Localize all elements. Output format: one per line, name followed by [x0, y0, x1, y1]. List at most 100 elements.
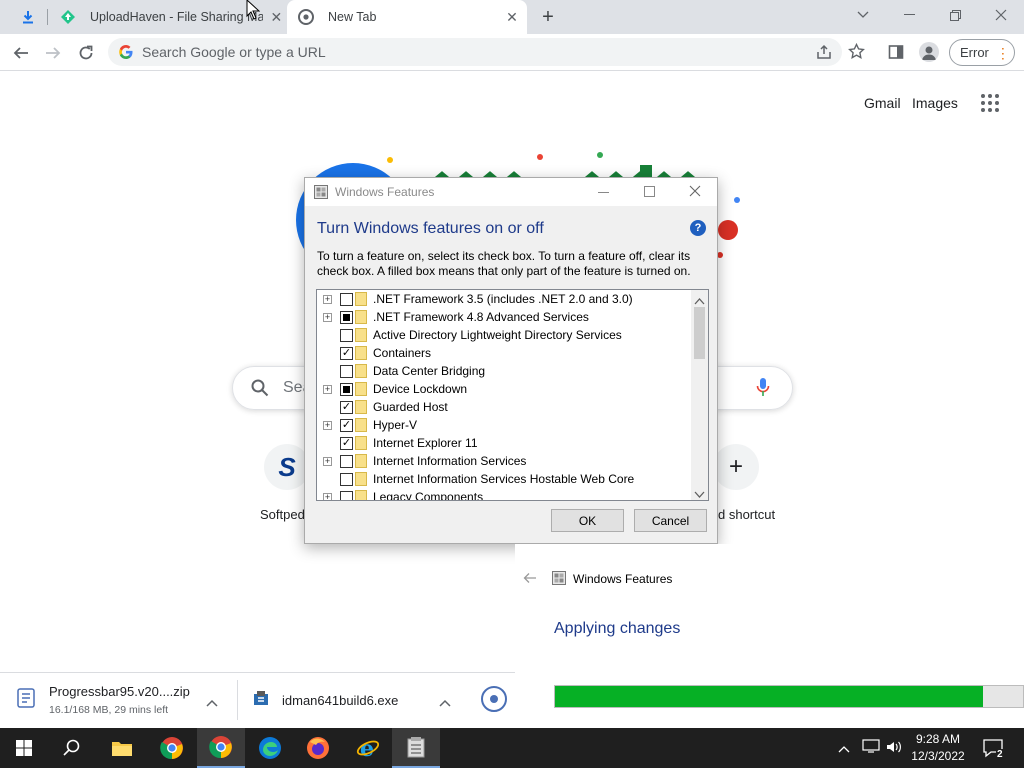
softpedia-logo-icon: S [278, 451, 296, 482]
expand-plus-icon[interactable]: + [323, 420, 332, 430]
downloads-icon[interactable] [14, 7, 42, 27]
clock-date[interactable]: 12/3/2022 [908, 749, 968, 763]
close-window-icon[interactable] [978, 0, 1024, 30]
applying-changes-window: Windows Features Applying changes [515, 544, 1024, 728]
feature-label: Containers [373, 346, 432, 360]
scroll-up-arrow-icon[interactable] [694, 293, 705, 308]
edge-icon[interactable] [246, 728, 294, 768]
start-windows-icon[interactable] [0, 728, 48, 768]
progress-bar [554, 685, 1024, 708]
back-arrow-icon[interactable] [8, 40, 34, 66]
feature-checkbox[interactable] [340, 382, 353, 396]
forward-arrow-icon[interactable] [40, 40, 66, 66]
feature-checkbox[interactable] [340, 310, 353, 324]
expand-plus-icon[interactable]: + [323, 492, 332, 500]
folder-icon [355, 436, 367, 450]
feature-label: Hyper-V [373, 418, 418, 432]
error-button[interactable]: Error ⋮ [949, 39, 1015, 66]
omnibox-placeholder: Search Google or type a URL [142, 44, 326, 60]
close-tab-icon[interactable]: ✕ [504, 9, 520, 26]
disc-image-file-icon[interactable] [481, 686, 507, 712]
google-apps-icon[interactable] [981, 94, 999, 115]
back-arrow-icon[interactable] [523, 572, 537, 587]
restore-icon[interactable] [932, 0, 978, 30]
vertical-scrollbar[interactable] [691, 290, 708, 500]
feature-checkbox[interactable] [340, 364, 353, 378]
side-panel-icon[interactable] [888, 44, 904, 63]
bookmark-star-icon[interactable] [848, 42, 865, 63]
scrollbar-thumb[interactable] [694, 307, 705, 359]
exe-file-icon [252, 690, 270, 711]
feature-checkbox[interactable]: ✓ [340, 346, 353, 360]
taskbar-search-icon[interactable] [48, 728, 96, 768]
show-hidden-icons-chevron[interactable] [838, 741, 850, 756]
voice-search-icon[interactable] [756, 377, 770, 400]
feature-checkbox[interactable]: ✓ [340, 418, 353, 432]
feature-row[interactable]: + ✓ Hyper-V [317, 416, 691, 434]
feature-checkbox[interactable] [340, 490, 353, 500]
folder-icon [355, 346, 367, 360]
feature-row[interactable]: ✓ Internet Explorer 11 [317, 434, 691, 452]
folder-icon [355, 400, 367, 414]
clock-time[interactable]: 9:28 AM [908, 732, 968, 746]
feature-row[interactable]: Internet Information Services Hostable W… [317, 470, 691, 488]
feature-row[interactable]: + Internet Information Services [317, 452, 691, 470]
download-item[interactable]: Progressbar95.v20....zip 16.1/168 MB, 29… [8, 676, 234, 724]
firefox-icon[interactable] [294, 728, 342, 768]
feature-checkbox[interactable] [340, 472, 353, 486]
feature-row[interactable]: ✓ Containers [317, 344, 691, 362]
feature-checkbox[interactable] [340, 292, 353, 306]
share-icon[interactable] [816, 44, 832, 63]
tab-title: UploadHaven - File Sharing Ma [90, 10, 263, 24]
chevron-up-icon[interactable] [206, 695, 218, 710]
expand-plus-icon[interactable]: + [323, 312, 332, 322]
expand-plus-icon[interactable]: + [323, 294, 332, 304]
download-filename: Progressbar95.v20....zip [49, 684, 190, 699]
svg-text:e: e [360, 736, 374, 760]
ok-button[interactable]: OK [551, 509, 624, 532]
new-tab-plus-icon[interactable]: + [536, 5, 560, 29]
feature-checkbox[interactable]: ✓ [340, 436, 353, 450]
cancel-button[interactable]: Cancel [634, 509, 707, 532]
network-icon[interactable] [862, 739, 880, 756]
feature-row[interactable]: Data Center Bridging [317, 362, 691, 380]
dialog-close-icon[interactable] [689, 185, 701, 200]
tab-new-tab[interactable]: New Tab ✕ [287, 0, 527, 34]
file-explorer-icon[interactable] [98, 728, 146, 768]
minimize-icon[interactable] [886, 0, 932, 30]
feature-row[interactable]: + Device Lockdown [317, 380, 691, 398]
help-icon[interactable]: ? [690, 220, 706, 236]
mouse-cursor-icon [246, 0, 261, 23]
feature-checkbox[interactable] [340, 454, 353, 468]
feature-checkbox[interactable]: ✓ [340, 400, 353, 414]
scroll-down-arrow-icon[interactable] [694, 487, 705, 500]
download-item[interactable]: idman641build6.exe [240, 676, 466, 724]
feature-row[interactable]: + .NET Framework 4.8 Advanced Services [317, 308, 691, 326]
feature-label: Data Center Bridging [373, 364, 486, 378]
windows-features-app-icon [552, 571, 566, 588]
gmail-link[interactable]: Gmail [864, 95, 901, 111]
reload-icon[interactable] [73, 40, 99, 66]
dialog-maximize-icon[interactable] [644, 186, 655, 197]
features-tree[interactable]: + .NET Framework 3.5 (includes .NET 2.0 a… [316, 289, 709, 501]
dialog-minimize-icon[interactable] [598, 192, 609, 193]
feature-row[interactable]: + Legacy Components [317, 488, 691, 500]
expand-plus-icon[interactable]: + [323, 456, 332, 466]
chevron-up-icon[interactable] [439, 695, 451, 710]
volume-icon[interactable] [886, 740, 902, 757]
windows-features-taskbar-icon[interactable] [392, 728, 440, 768]
folder-icon [355, 418, 367, 432]
close-tab-icon[interactable]: ✕ [269, 9, 284, 26]
feature-row[interactable]: + .NET Framework 3.5 (includes .NET 2.0 a… [317, 290, 691, 308]
feature-checkbox[interactable] [340, 328, 353, 342]
profile-avatar-icon[interactable] [919, 42, 939, 62]
tab-search-chevron-icon[interactable] [840, 0, 886, 30]
chrome-icon[interactable] [197, 728, 245, 768]
images-link[interactable]: Images [912, 95, 958, 111]
feature-row[interactable]: Active Directory Lightweight Directory S… [317, 326, 691, 344]
internet-explorer-icon[interactable]: e [344, 728, 392, 768]
chrome-alt-icon[interactable] [148, 728, 196, 768]
expand-plus-icon[interactable]: + [323, 384, 332, 394]
add-shortcut-button[interactable]: + [713, 444, 759, 490]
feature-row[interactable]: ✓ Guarded Host [317, 398, 691, 416]
